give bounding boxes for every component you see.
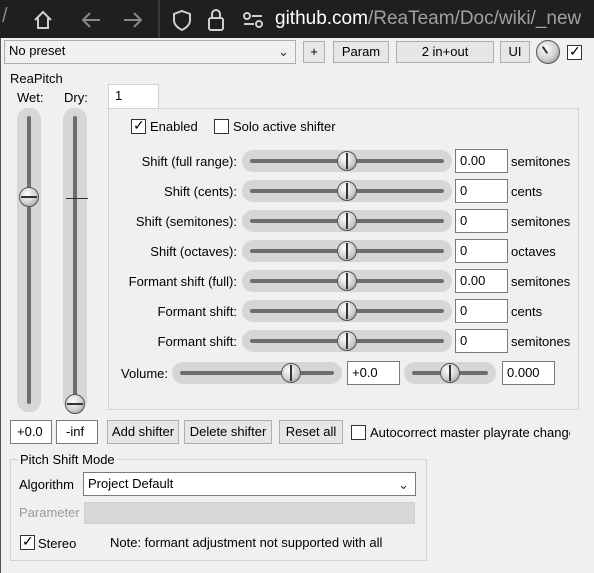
- shifter-row-label: Formant shift:: [157, 334, 237, 349]
- reset-all-button[interactable]: Reset all: [279, 420, 343, 444]
- enabled-label: Enabled: [150, 119, 198, 134]
- shifter-row-slider[interactable]: [242, 150, 452, 172]
- shifter-row-unit: cents: [511, 304, 543, 319]
- parameter-label: Parameter: [19, 505, 80, 520]
- shifter-row-unit: semitones: [511, 154, 571, 169]
- enabled-checkbox[interactable]: [131, 117, 146, 134]
- shifter-row-slider[interactable]: [242, 270, 452, 292]
- delete-shifter-button[interactable]: Delete shifter: [184, 420, 272, 444]
- volume-value-field[interactable]: +0.0: [347, 361, 400, 385]
- dry-slider-handle[interactable]: [65, 394, 85, 414]
- ui-button[interactable]: UI: [500, 41, 530, 63]
- shifter-row-slider-handle[interactable]: [337, 241, 357, 261]
- parameter-dropdown: [84, 502, 415, 524]
- solo-checkbox[interactable]: [214, 119, 229, 134]
- address-bar-url[interactable]: github.com/ReaTeam/Doc/wiki/_new: [275, 8, 581, 30]
- permissions-icon[interactable]: [242, 10, 264, 34]
- shifter-row-label: Shift (semitones):: [135, 214, 237, 229]
- volume-label: Volume:: [121, 366, 168, 381]
- tab-shifter-1[interactable]: 1: [108, 84, 159, 110]
- wet-slider-handle[interactable]: [19, 187, 39, 207]
- shifter-row-label: Shift (cents):: [164, 184, 237, 199]
- window-edge-icon: /: [2, 5, 8, 27]
- shifter-row-slider[interactable]: [242, 300, 452, 322]
- bypass-checkbox[interactable]: [567, 43, 582, 60]
- add-preset-button[interactable]: +: [303, 41, 325, 63]
- pan-slider-handle[interactable]: [440, 363, 460, 383]
- shifter-row-slider[interactable]: [242, 180, 452, 202]
- autocorrect-checkbox[interactable]: [351, 425, 366, 440]
- shifter-row-unit: semitones: [511, 274, 571, 289]
- wet-knob[interactable]: [536, 40, 560, 64]
- pan-value-field[interactable]: 0.000: [502, 361, 555, 385]
- algorithm-label: Algorithm: [19, 477, 74, 492]
- wet-value-field[interactable]: +0.0: [10, 420, 52, 444]
- plugin-name: ReaPitch: [10, 71, 63, 86]
- preset-dropdown[interactable]: No preset ⌄: [4, 40, 296, 64]
- shifter-row-slider[interactable]: [242, 210, 452, 232]
- shifter-row-slider-handle[interactable]: [337, 301, 357, 321]
- shifter-row-label: Formant shift (full):: [128, 274, 237, 289]
- io-button[interactable]: 2 in+out: [396, 41, 494, 63]
- wet-label: Wet:: [17, 90, 44, 105]
- shifter-row-label: Shift (octaves):: [150, 244, 237, 259]
- param-button[interactable]: Param: [333, 41, 389, 63]
- shifter-row-slider-handle[interactable]: [337, 181, 357, 201]
- shifter-row-unit: cents: [511, 184, 543, 199]
- stereo-checkbox[interactable]: [20, 533, 35, 550]
- shifter-row-label: Shift (full range):: [141, 154, 237, 169]
- shifter-row-value-field[interactable]: 0: [455, 299, 508, 323]
- shifter-row-value-field[interactable]: 0.00: [455, 149, 508, 173]
- dry-zero-marker: [66, 198, 88, 199]
- shifter-row-slider-handle[interactable]: [337, 211, 357, 231]
- volume-slider-handle[interactable]: [281, 363, 301, 383]
- chevron-down-icon: ⌄: [278, 44, 289, 59]
- solo-label: Solo active shifter: [233, 119, 336, 134]
- formant-note: Note: formant adjustment not supported w…: [110, 535, 383, 550]
- shifter-row-slider-handle[interactable]: [337, 151, 357, 171]
- stereo-label: Stereo: [38, 536, 77, 551]
- shifter-row-slider-handle[interactable]: [337, 331, 357, 351]
- shifter-row-label: Formant shift:: [157, 304, 237, 319]
- shifter-row-unit: octaves: [511, 244, 556, 259]
- pitch-mode-title: Pitch Shift Mode: [18, 452, 117, 467]
- pan-slider[interactable]: [404, 362, 496, 384]
- window-border: [0, 38, 1, 573]
- shifter-row-value-field[interactable]: 0: [455, 329, 508, 353]
- shifter-row-slider[interactable]: [242, 240, 452, 262]
- chevron-down-icon: ⌄: [398, 477, 409, 492]
- lock-icon[interactable]: [206, 8, 226, 36]
- algorithm-dropdown[interactable]: Project Default ⌄: [83, 472, 416, 496]
- dry-value-field[interactable]: -inf: [56, 420, 98, 444]
- shifter-row-value-field[interactable]: 0: [455, 239, 508, 263]
- dry-label: Dry:: [64, 90, 88, 105]
- forward-icon[interactable]: [122, 10, 144, 34]
- browser-toolbar: / github.com/ReaTeam/Doc/wiki/_new: [0, 0, 594, 38]
- preset-label: No preset: [9, 43, 66, 58]
- shifter-row-slider[interactable]: [242, 330, 452, 352]
- add-shifter-button[interactable]: Add shifter: [107, 420, 179, 444]
- shifter-row-value-field[interactable]: 0.00: [455, 269, 508, 293]
- shifter-row-unit: semitones: [511, 334, 571, 349]
- home-icon[interactable]: [32, 9, 54, 35]
- shield-icon[interactable]: [172, 9, 192, 35]
- shifter-row-value-field[interactable]: 0: [455, 179, 508, 203]
- shifter-row-value-field[interactable]: 0: [455, 209, 508, 233]
- algorithm-value: Project Default: [88, 476, 174, 491]
- back-icon[interactable]: [80, 10, 102, 34]
- shifter-row-slider-handle[interactable]: [337, 271, 357, 291]
- volume-slider[interactable]: [172, 362, 342, 384]
- autocorrect-label: Autocorrect master playrate change: [370, 425, 570, 440]
- shifter-row-unit: semitones: [511, 214, 571, 229]
